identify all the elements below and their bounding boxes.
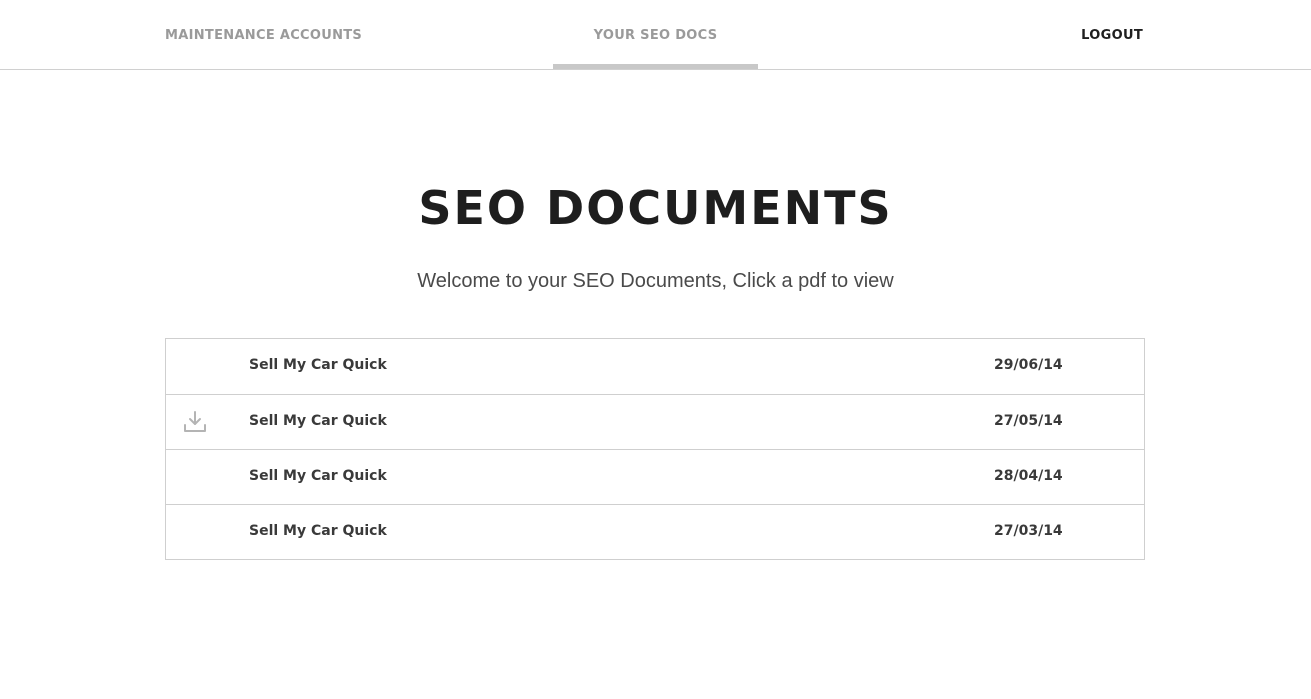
document-name[interactable]: Sell My Car Quick <box>249 468 387 484</box>
top-navbar: MAINTENANCE ACCOUNTS YOUR SEO DOCS LOGOU… <box>0 0 1311 70</box>
page-title: SEO DOCUMENTS <box>418 181 893 235</box>
documents-list: Sell My Car Quick 29/06/14 Sell My Car Q… <box>165 338 1145 560</box>
document-date: 27/05/14 <box>994 413 1063 429</box>
document-row[interactable]: Sell My Car Quick 28/04/14 <box>166 449 1144 504</box>
document-name[interactable]: Sell My Car Quick <box>249 413 387 429</box>
document-date: 28/04/14 <box>994 468 1063 484</box>
nav-link-maintenance-accounts[interactable]: MAINTENANCE ACCOUNTS <box>165 28 362 43</box>
document-name[interactable]: Sell My Car Quick <box>249 357 387 373</box>
document-row[interactable]: Sell My Car Quick 29/06/14 <box>166 339 1144 394</box>
document-date: 29/06/14 <box>994 357 1063 373</box>
active-tab-indicator <box>553 64 758 69</box>
document-row[interactable]: Sell My Car Quick 27/03/14 <box>166 504 1144 559</box>
document-date: 27/03/14 <box>994 523 1063 539</box>
document-row[interactable]: Sell My Car Quick 27/05/14 <box>166 394 1144 449</box>
page-subtitle: Welcome to your SEO Documents, Click a p… <box>417 270 894 292</box>
document-name[interactable]: Sell My Car Quick <box>249 523 387 539</box>
download-icon[interactable] <box>183 410 207 434</box>
nav-link-your-seo-docs[interactable]: YOUR SEO DOCS <box>553 28 758 43</box>
logout-link[interactable]: LOGOUT <box>1081 28 1143 43</box>
